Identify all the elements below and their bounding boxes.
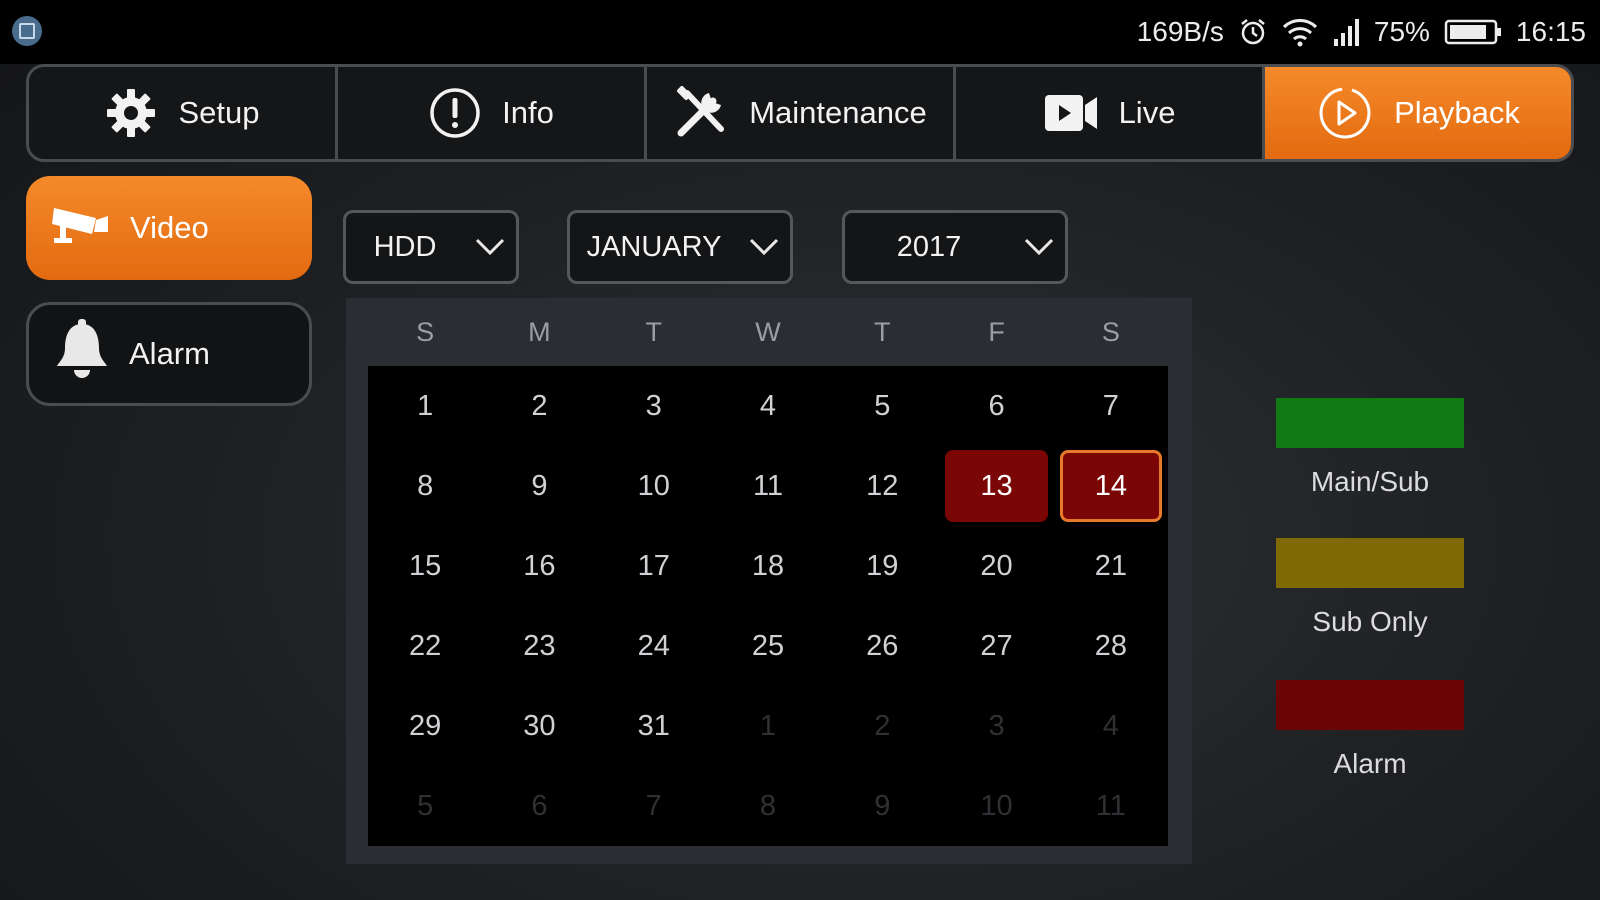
bell-icon <box>53 318 111 390</box>
video-label: Video <box>130 210 209 245</box>
alarm-button[interactable]: Alarm <box>26 302 312 406</box>
calendar-day[interactable]: 7 <box>1060 370 1162 442</box>
chevron-down-icon <box>1013 238 1065 256</box>
app-notification-icon <box>12 16 42 46</box>
calendar-day[interactable]: 27 <box>945 610 1047 682</box>
calendar-day: 5 <box>417 789 434 822</box>
calendar-day[interactable]: 6 <box>945 370 1047 442</box>
calendar-day[interactable]: 31 <box>603 690 705 762</box>
year-value: 2017 <box>896 230 962 263</box>
net-speed: 169B/s <box>1136 16 1224 47</box>
legend-label-alarm: Alarm <box>1333 748 1407 779</box>
calendar-day[interactable]: 16 <box>488 530 590 602</box>
calendar-day[interactable]: 13 <box>945 450 1048 522</box>
calendar-day[interactable]: 14 <box>1059 450 1162 522</box>
chevron-down-icon <box>464 238 516 256</box>
calendar-day[interactable]: 4 <box>717 370 819 442</box>
alarm-clock-icon <box>1238 17 1268 47</box>
gear-icon <box>104 86 158 140</box>
tab-setup[interactable]: Setup <box>29 67 338 159</box>
calendar-day[interactable]: 10 <box>603 450 705 522</box>
chevron-down-icon <box>738 238 790 256</box>
alarm-label: Alarm <box>129 336 210 371</box>
calendar-day[interactable]: 17 <box>603 530 705 602</box>
tab-playback[interactable]: Playback <box>1265 67 1571 159</box>
calendar-day[interactable]: 18 <box>717 530 819 602</box>
tools-icon <box>673 85 729 141</box>
weekday: S <box>416 316 435 347</box>
calendar-day: 2 <box>874 709 891 742</box>
weekday: T <box>645 316 662 347</box>
weekday: W <box>755 316 781 347</box>
day-grid: 1 2 3 4 5 6 7 8 9 10 11 12 13 14 15 16 17 18 19 20 21 22 23 24 2… <box>368 366 1168 846</box>
tab-label: Maintenance <box>749 95 927 130</box>
calendar-day[interactable]: 1 <box>374 370 476 442</box>
calendar-day[interactable]: 2 <box>488 370 590 442</box>
info-icon <box>428 86 482 140</box>
calendar-day[interactable]: 15 <box>374 530 476 602</box>
calendar-day[interactable]: 22 <box>374 610 476 682</box>
calendar-day: 11 <box>1095 789 1126 822</box>
video-button[interactable]: Video <box>26 176 312 280</box>
cctv-camera-icon <box>50 202 112 254</box>
battery-icon <box>1444 18 1502 46</box>
calendar-day[interactable]: 25 <box>717 610 819 682</box>
calendar-day: 7 <box>645 789 662 822</box>
calendar-day[interactable]: 29 <box>374 690 476 762</box>
status-indicators: 169B/s 75% 16:15 <box>1137 12 1586 52</box>
status-bar: 169B/s 75% 16:15 <box>0 0 1600 64</box>
signal-icon <box>1332 17 1360 47</box>
tab-label: Live <box>1118 95 1176 130</box>
month-value: JANUARY <box>586 230 722 263</box>
calendar-day: 3 <box>988 709 1005 742</box>
legend-label-sub-only: Sub Only <box>1312 606 1428 637</box>
calendar-day[interactable]: 30 <box>488 690 590 762</box>
calendar-day: 8 <box>759 789 777 822</box>
calendar-day: 1 <box>759 709 777 742</box>
tab-label: Info <box>502 95 554 130</box>
calendar-day[interactable]: 26 <box>831 610 933 682</box>
year-select[interactable]: 2017 <box>842 210 1068 284</box>
weekday: M <box>528 316 551 347</box>
calendar-day[interactable]: 9 <box>488 450 590 522</box>
video-camera-icon <box>1043 91 1099 135</box>
calendar-day[interactable]: 11 <box>717 450 819 522</box>
calendar-day[interactable]: 24 <box>603 610 705 682</box>
tab-maintenance[interactable]: Maintenance <box>647 67 956 159</box>
calendar-day[interactable]: 23 <box>488 610 590 682</box>
legend-swatch-sub-only <box>1276 538 1464 588</box>
legend-label-main-sub: Main/Sub <box>1310 466 1430 497</box>
calendar-day[interactable]: 19 <box>831 530 933 602</box>
calendar-day: 6 <box>531 789 548 822</box>
legend-swatch-main-sub <box>1276 398 1464 448</box>
calendar-day: 10 <box>980 789 1013 822</box>
tab-label: Setup <box>178 95 260 130</box>
calendar-day[interactable]: 5 <box>831 370 933 442</box>
weekday: S <box>1101 316 1120 347</box>
calendar-day[interactable]: 21 <box>1060 530 1162 602</box>
tab-label: Playback <box>1394 95 1520 130</box>
weekday: T <box>874 316 891 347</box>
calendar-day[interactable]: 20 <box>945 530 1047 602</box>
calendar-day[interactable]: 12 <box>831 450 933 522</box>
calendar-day: 9 <box>874 789 891 822</box>
calendar-day[interactable]: 8 <box>374 450 476 522</box>
month-select[interactable]: JANUARY <box>567 210 793 284</box>
battery-percent: 75% <box>1373 16 1430 47</box>
playback-calendar: S M T W T F S 1 2 3 4 5 6 7 8 9 10 11 12 13 14 15 16 17 1… <box>346 298 1192 864</box>
storage-select[interactable]: HDD <box>343 210 519 284</box>
tab-live[interactable]: Live <box>956 67 1265 159</box>
calendar-day[interactable]: 28 <box>1060 610 1162 682</box>
play-circle-icon <box>1316 84 1374 142</box>
tab-info[interactable]: Info <box>338 67 647 159</box>
legend-swatch-alarm <box>1276 680 1464 730</box>
clock: 16:15 <box>1515 16 1586 47</box>
storage-value: HDD <box>373 230 437 263</box>
weekday: F <box>988 316 1005 347</box>
calendar-day[interactable]: 3 <box>603 370 705 442</box>
weekday-header: S M T W T F S <box>368 298 1168 366</box>
wifi-icon <box>1282 17 1318 47</box>
calendar-day: 4 <box>1102 709 1119 742</box>
top-nav: Setup Info Maintenance Live Playback <box>26 64 1574 162</box>
